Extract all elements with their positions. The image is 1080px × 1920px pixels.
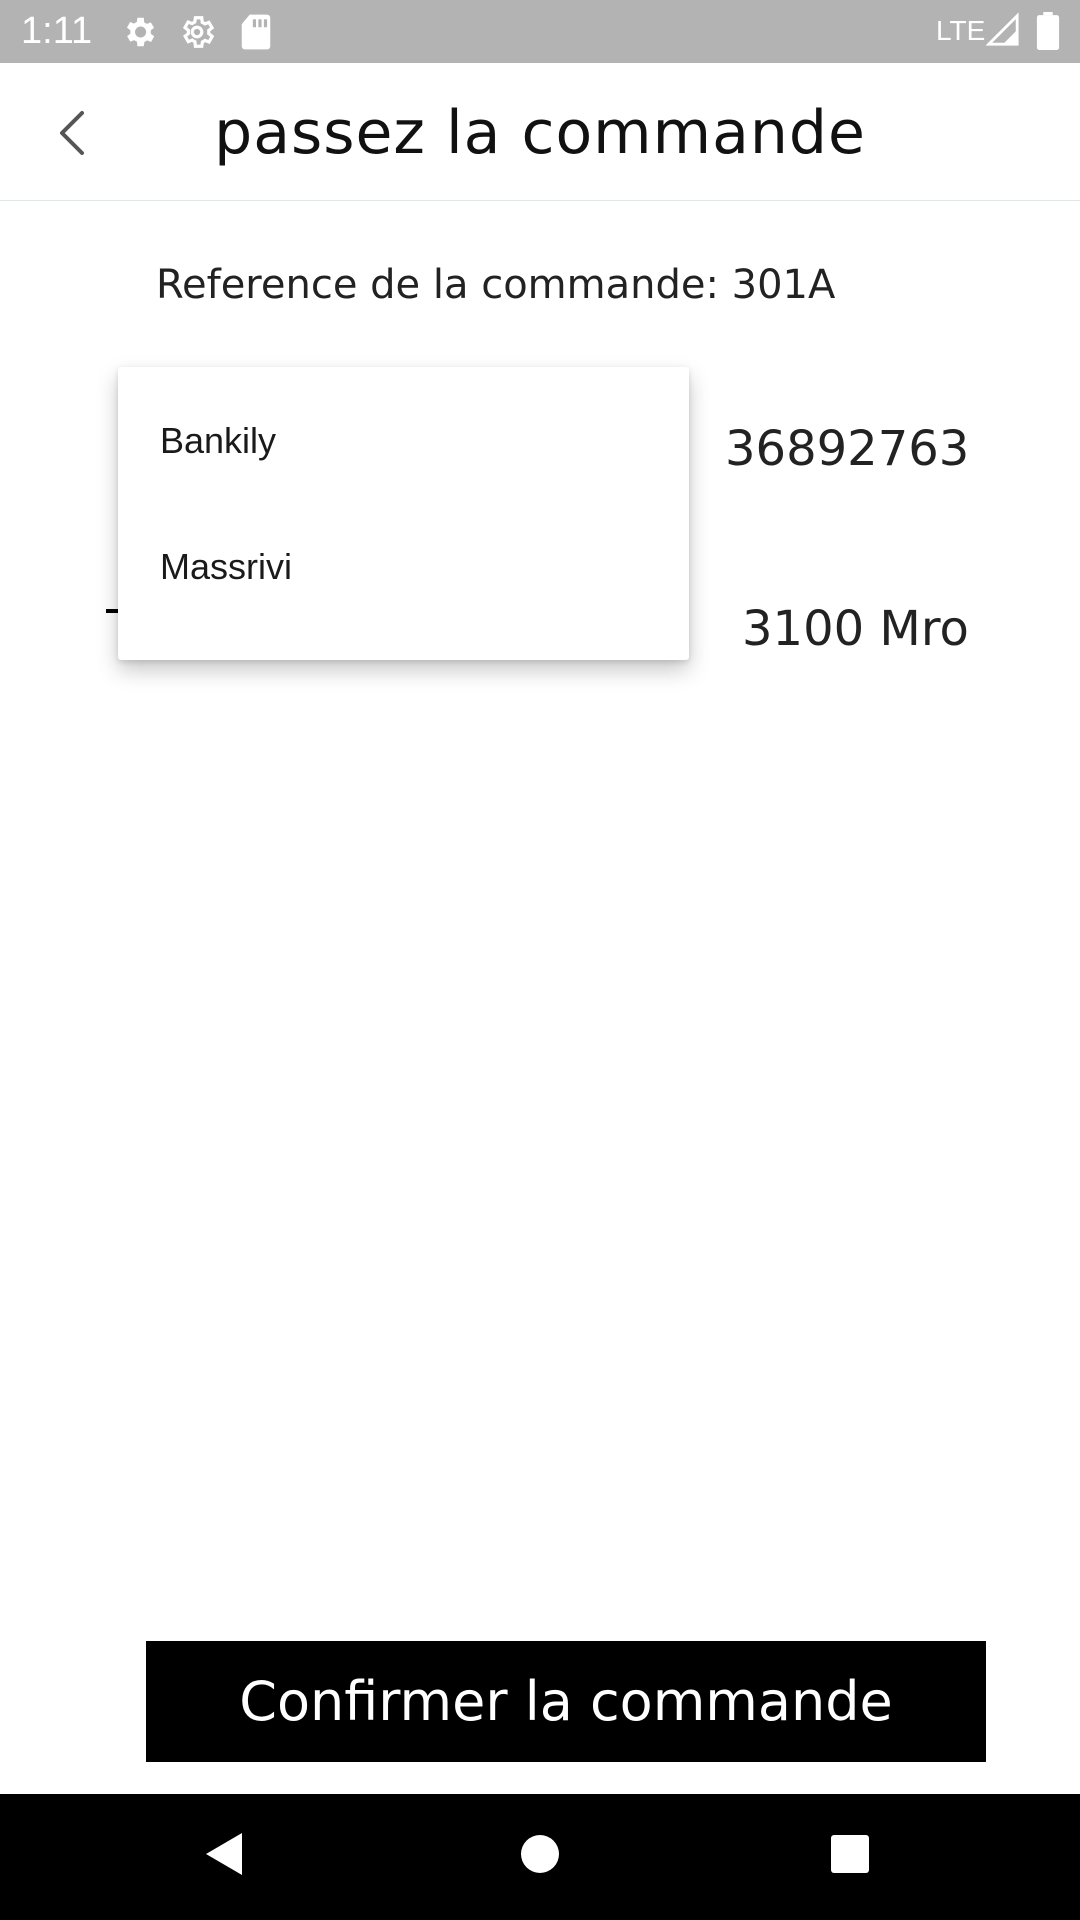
settings-outline-icon <box>178 13 216 55</box>
nav-back-icon[interactable] <box>204 1831 244 1881</box>
dropdown-option-massrivi[interactable]: Massrivi <box>118 504 689 630</box>
page-title: passez la commande <box>214 98 866 168</box>
nav-recents-icon[interactable] <box>830 1834 870 1878</box>
order-reference: Reference de la commande: 301A <box>156 262 836 308</box>
phone-number: 36892763 <box>725 421 970 477</box>
battery-icon <box>1036 12 1060 54</box>
app-bar: passez la commande <box>0 63 1080 201</box>
network-type: LTE <box>936 15 986 46</box>
navigation-bar <box>0 1794 1080 1920</box>
sd-card-icon <box>240 13 272 55</box>
order-amount: 3100 Mro <box>742 601 969 657</box>
signal-icon <box>985 12 1020 52</box>
dropdown-option-bankily[interactable]: Bankily <box>118 378 689 504</box>
confirm-order-button[interactable]: Confirmer la commande <box>146 1641 986 1762</box>
screen: 1:11 LTE passez la commande Reference de… <box>0 0 1080 1920</box>
status-bar: 1:11 LTE <box>0 0 1080 63</box>
dropdown-option-label: Massrivi <box>160 546 292 587</box>
payment-method-dropdown: Bankily Massrivi <box>118 367 689 660</box>
nav-home-icon[interactable] <box>520 1834 560 1878</box>
dropdown-option-label: Bankily <box>160 420 277 461</box>
settings-icon <box>120 13 158 55</box>
status-time: 1:11 <box>21 10 93 52</box>
